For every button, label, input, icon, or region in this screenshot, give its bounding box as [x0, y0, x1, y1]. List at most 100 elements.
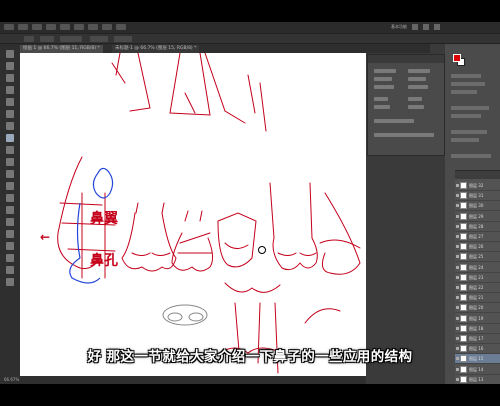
options-bar	[0, 34, 500, 44]
panel-row	[451, 130, 487, 134]
hand-tool-icon[interactable]	[6, 266, 14, 274]
layer-row[interactable]: 图层 19	[455, 314, 500, 324]
minimize-icon[interactable]	[412, 24, 418, 30]
panel-row	[451, 114, 481, 118]
eye-icon[interactable]	[456, 296, 459, 300]
top-nose-block	[169, 53, 211, 116]
workspace-label[interactable]: 基本功能	[391, 24, 407, 30]
eye-icon[interactable]	[456, 204, 459, 208]
eye-icon[interactable]	[456, 184, 459, 187]
layer-row[interactable]: 图层 29	[455, 212, 500, 222]
layer-thumbnail	[460, 192, 467, 200]
eye-icon[interactable]	[456, 224, 459, 228]
layer-row[interactable]: 图层 23	[455, 273, 500, 283]
tab-document-1[interactable]: 绘画 1 @ 66.7% (图层 11, RGB/8) *	[20, 45, 103, 53]
menu-filter[interactable]	[88, 24, 98, 30]
layer-row[interactable]: 图层 17	[455, 334, 500, 344]
drawing-canvas[interactable]: 鼻翼 鼻孔 ←	[20, 53, 366, 376]
eyedropper-tool-icon[interactable]	[6, 110, 14, 118]
shape-tool-icon[interactable]	[6, 254, 14, 262]
eye-icon[interactable]	[456, 337, 459, 340]
brush-size-dropdown[interactable]	[40, 36, 54, 42]
eye-icon[interactable]	[456, 377, 459, 381]
menu-type[interactable]	[60, 24, 70, 30]
pen-tool-icon[interactable]	[6, 218, 14, 226]
eye-icon[interactable]	[456, 275, 459, 279]
history-brush-tool-icon[interactable]	[6, 158, 14, 166]
layer-row[interactable]: 图层 14	[455, 365, 500, 375]
blur-tool-icon[interactable]	[6, 194, 14, 202]
brush-preset-picker[interactable]	[24, 36, 34, 42]
menu-layer[interactable]	[46, 24, 56, 30]
flow-field[interactable]	[114, 36, 132, 42]
brush-tool-icon[interactable]	[6, 134, 14, 142]
menu-image[interactable]	[32, 24, 42, 30]
menu-view[interactable]	[102, 24, 112, 30]
eye-icon[interactable]	[456, 316, 459, 320]
zoom-level[interactable]: 66.67%	[4, 377, 19, 382]
layer-thumbnail	[460, 263, 467, 271]
info-row	[408, 85, 428, 89]
eye-icon[interactable]	[456, 245, 459, 249]
menu-file[interactable]	[4, 24, 14, 30]
layer-row[interactable]: 图层 28	[455, 222, 500, 232]
layer-row[interactable]: 图层 30	[455, 201, 500, 212]
layer-thumbnail	[460, 253, 467, 261]
eye-icon[interactable]	[456, 286, 459, 289]
healing-tool-icon[interactable]	[6, 122, 14, 130]
close-icon[interactable]	[434, 24, 440, 30]
dodge-tool-icon[interactable]	[6, 206, 14, 214]
eye-icon[interactable]	[456, 214, 459, 218]
type-tool-icon[interactable]	[6, 230, 14, 238]
menu-window[interactable]	[116, 24, 126, 30]
opacity-field[interactable]	[90, 36, 108, 42]
bottom-view-nose	[162, 304, 208, 326]
clone-stamp-tool-icon[interactable]	[6, 146, 14, 154]
layer-thumbnail	[460, 365, 467, 373]
zoom-tool-icon[interactable]	[6, 278, 14, 286]
layer-row[interactable]: 图层 24	[455, 263, 500, 273]
eye-icon[interactable]	[456, 306, 459, 310]
layer-row[interactable]: 图层 31	[455, 191, 500, 202]
eraser-tool-icon[interactable]	[6, 170, 14, 178]
layers-panel-header[interactable]	[455, 171, 500, 179]
magic-wand-tool-icon[interactable]	[6, 86, 14, 94]
menu-edit[interactable]	[18, 24, 28, 30]
layer-row[interactable]: 图层 21	[455, 293, 500, 304]
info-panel-header[interactable]	[368, 55, 444, 63]
layer-row[interactable]: 图层 27	[455, 232, 500, 242]
three-quarter-nose-box	[217, 212, 257, 268]
layer-row[interactable]: 图层 26	[455, 242, 500, 253]
eye-icon[interactable]	[456, 235, 459, 238]
layer-name: 图层 24	[469, 264, 484, 270]
eye-icon[interactable]	[456, 326, 459, 330]
eye-icon[interactable]	[456, 367, 459, 371]
menu-select[interactable]	[74, 24, 84, 30]
layer-row[interactable]: 图层 13	[455, 375, 500, 384]
layer-thumbnail	[460, 304, 467, 312]
letterbox-bottom	[0, 384, 500, 406]
foreground-color-swatch[interactable]	[453, 54, 461, 62]
top-right-scribble	[247, 74, 267, 132]
center-nose-tall	[269, 182, 318, 271]
eye-icon[interactable]	[456, 265, 459, 269]
status-bar: 66.67%	[0, 376, 366, 384]
layer-thumbnail	[460, 273, 467, 281]
move-tool-icon[interactable]	[6, 50, 14, 58]
eye-icon[interactable]	[456, 194, 459, 198]
mode-dropdown[interactable]	[60, 36, 82, 42]
eye-icon[interactable]	[456, 255, 459, 259]
layer-row[interactable]: 图层 32	[455, 181, 500, 191]
layer-row[interactable]: 图层 18	[455, 324, 500, 334]
crop-tool-icon[interactable]	[6, 98, 14, 106]
front-nose-2-bridge	[184, 210, 203, 222]
lasso-tool-icon[interactable]	[6, 74, 14, 82]
tab-document-2[interactable]: 未标题-1 @ 66.7% (图层 15, RGB/8) *	[112, 45, 200, 53]
maximize-icon[interactable]	[423, 24, 429, 30]
layer-row[interactable]: 图层 22	[455, 283, 500, 293]
layer-row[interactable]: 图层 20	[455, 303, 500, 314]
layer-row[interactable]: 图层 25	[455, 252, 500, 263]
gradient-tool-icon[interactable]	[6, 182, 14, 190]
path-selection-tool-icon[interactable]	[6, 242, 14, 250]
marquee-tool-icon[interactable]	[6, 62, 14, 70]
